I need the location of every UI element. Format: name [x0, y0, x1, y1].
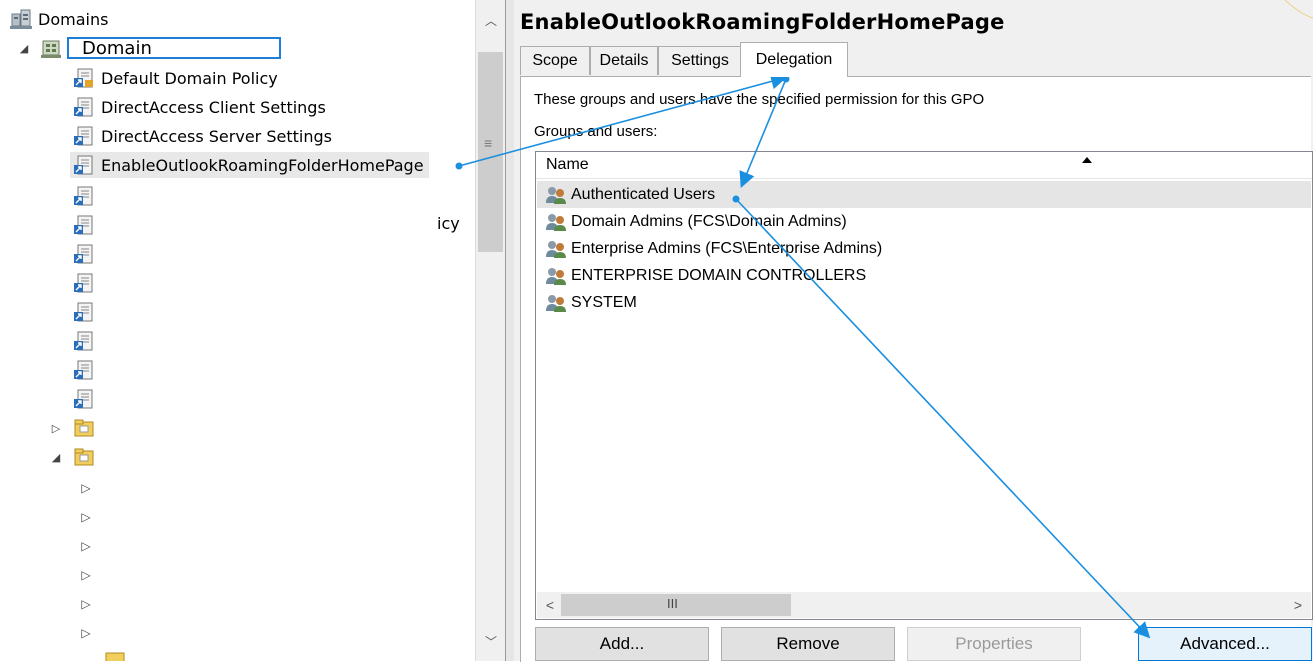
tree-item-gpo-unlabeled[interactable]: [73, 241, 95, 267]
tree-item-gpo-unlabeled[interactable]: [73, 328, 95, 354]
domain-icon: [40, 37, 62, 59]
collapse-arrow-icon[interactable]: ◢: [50, 451, 62, 464]
tree-vertical-scrollbar[interactable]: ︿ ≡ ﹀: [475, 0, 506, 661]
gpo-tree-pane: Domains ◢ Domain Default Domain Policy D…: [0, 0, 475, 661]
tab-scope[interactable]: Scope: [520, 46, 590, 75]
tab-details[interactable]: Details: [590, 46, 658, 75]
ou-folder-icon: [73, 446, 95, 468]
column-name[interactable]: Name: [546, 156, 589, 174]
gpo-link-icon: [73, 330, 95, 352]
user-group-icon: [545, 212, 567, 232]
user-group-icon: [545, 185, 567, 205]
domains-forest-icon: [10, 8, 32, 30]
list-header[interactable]: Name: [536, 152, 1312, 179]
expand-arrow-icon[interactable]: ▷: [80, 481, 92, 495]
gpo-title: EnableOutlookRoamingFolderHomePage: [520, 10, 1005, 34]
list-item[interactable]: Domain Admins (FCS\Domain Admins): [537, 208, 1311, 235]
tree-item-label: EnableOutlookRoamingFolderHomePage: [101, 155, 424, 175]
scroll-down-arrow-icon[interactable]: ﹀: [479, 627, 503, 655]
delegation-panel: These groups and users have the specifie…: [520, 76, 1313, 662]
expand-arrow-icon[interactable]: ▷: [80, 510, 92, 524]
gpo-link-icon: [73, 388, 95, 410]
tree-item-gpo-unlabeled[interactable]: [73, 357, 95, 383]
tree-item-gpo-unlabeled[interactable]: [73, 270, 95, 296]
gpo-link-icon: [73, 359, 95, 381]
gpo-link-icon: [73, 67, 95, 89]
sort-ascending-icon: [1082, 157, 1092, 163]
tree-item-gpo-unlabeled[interactable]: [73, 212, 95, 238]
tree-node-domains[interactable]: Domains: [10, 6, 108, 32]
scroll-thumb[interactable]: [478, 52, 503, 252]
list-item-label: Authenticated Users: [571, 185, 716, 203]
tab-delegation[interactable]: Delegation: [740, 42, 848, 77]
user-group-icon: [545, 239, 567, 259]
expand-arrow-icon[interactable]: ▷: [80, 626, 92, 640]
gpo-link-icon: [73, 125, 95, 147]
tree-node-ou[interactable]: ▷: [50, 415, 95, 441]
advanced-button[interactable]: Advanced...: [1138, 627, 1312, 661]
groups-users-list[interactable]: Name Authenticated Users Domain Admins (…: [535, 151, 1313, 620]
tree-item-gpo[interactable]: DirectAccess Client Settings: [73, 94, 326, 120]
gpo-link-icon: [73, 301, 95, 323]
gpo-link-icon: [73, 243, 95, 265]
gpo-link-icon: [73, 185, 95, 207]
add-button[interactable]: Add...: [535, 627, 709, 661]
expand-arrow-icon[interactable]: ▷: [80, 539, 92, 553]
gpo-link-icon: [73, 154, 95, 176]
tree-item-label: DirectAccess Server Settings: [101, 126, 332, 146]
scroll-right-arrow-icon[interactable]: >: [1287, 592, 1309, 618]
truncated-text: icy: [437, 214, 460, 233]
list-item-label: SYSTEM: [571, 293, 637, 311]
tree-item-gpo[interactable]: Default Domain Policy: [73, 65, 278, 91]
gpo-link-icon: [73, 214, 95, 236]
tree-label-domains: Domains: [38, 9, 109, 29]
list-item-label: Domain Admins (FCS\Domain Admins): [571, 212, 847, 230]
list-horizontal-scrollbar[interactable]: < III >: [537, 592, 1311, 618]
ou-folder-icon: [104, 648, 126, 661]
scroll-left-arrow-icon[interactable]: <: [539, 592, 561, 618]
tree-item-label: DirectAccess Client Settings: [101, 97, 326, 117]
collapse-arrow-icon[interactable]: ◢: [18, 42, 30, 55]
tree-item-gpo[interactable]: DirectAccess Server Settings: [73, 123, 332, 149]
list-item-label: Enterprise Admins (FCS\Enterprise Admins…: [571, 239, 883, 257]
tree-item-label: Default Domain Policy: [101, 68, 278, 88]
tree-node-ou[interactable]: ◢: [50, 444, 95, 470]
list-item[interactable]: SYSTEM: [537, 289, 1311, 316]
grip-icon: ≡: [484, 135, 493, 151]
hscroll-grip: III: [667, 596, 678, 611]
user-group-icon: [545, 293, 567, 313]
tree-item-gpo-selected[interactable]: EnableOutlookRoamingFolderHomePage: [70, 152, 429, 178]
list-item-label: ENTERPRISE DOMAIN CONTROLLERS: [571, 266, 867, 284]
groups-label: Groups and users:: [534, 123, 658, 140]
list-item[interactable]: ENTERPRISE DOMAIN CONTROLLERS: [537, 262, 1311, 289]
domain-rename-box[interactable]: Domain: [67, 37, 281, 59]
list-item[interactable]: Authenticated Users: [537, 181, 1311, 208]
remove-button[interactable]: Remove: [721, 627, 895, 661]
delegation-description: These groups and users have the specifie…: [534, 91, 985, 108]
tab-settings[interactable]: Settings: [658, 46, 742, 75]
scroll-up-arrow-icon[interactable]: ︿: [479, 6, 503, 34]
tree-item-gpo-unlabeled[interactable]: [73, 386, 95, 412]
list-item[interactable]: Enterprise Admins (FCS\Enterprise Admins…: [537, 235, 1311, 262]
tree-node-domain[interactable]: ◢ Domain: [18, 35, 281, 61]
gpo-link-icon: [73, 272, 95, 294]
gpo-details-pane: EnableOutlookRoamingFolderHomePage Scope…: [514, 0, 1313, 662]
tree-item-gpo-unlabeled[interactable]: [73, 183, 95, 209]
tree-item-gpo-unlabeled[interactable]: [73, 299, 95, 325]
expand-arrow-icon[interactable]: ▷: [50, 422, 62, 435]
properties-button[interactable]: Properties: [907, 627, 1081, 661]
user-group-icon: [545, 266, 567, 286]
expand-arrow-icon[interactable]: ▷: [80, 568, 92, 582]
gpo-link-icon: [73, 96, 95, 118]
expand-arrow-icon[interactable]: ▷: [80, 597, 92, 611]
ou-folder-icon: [73, 417, 95, 439]
